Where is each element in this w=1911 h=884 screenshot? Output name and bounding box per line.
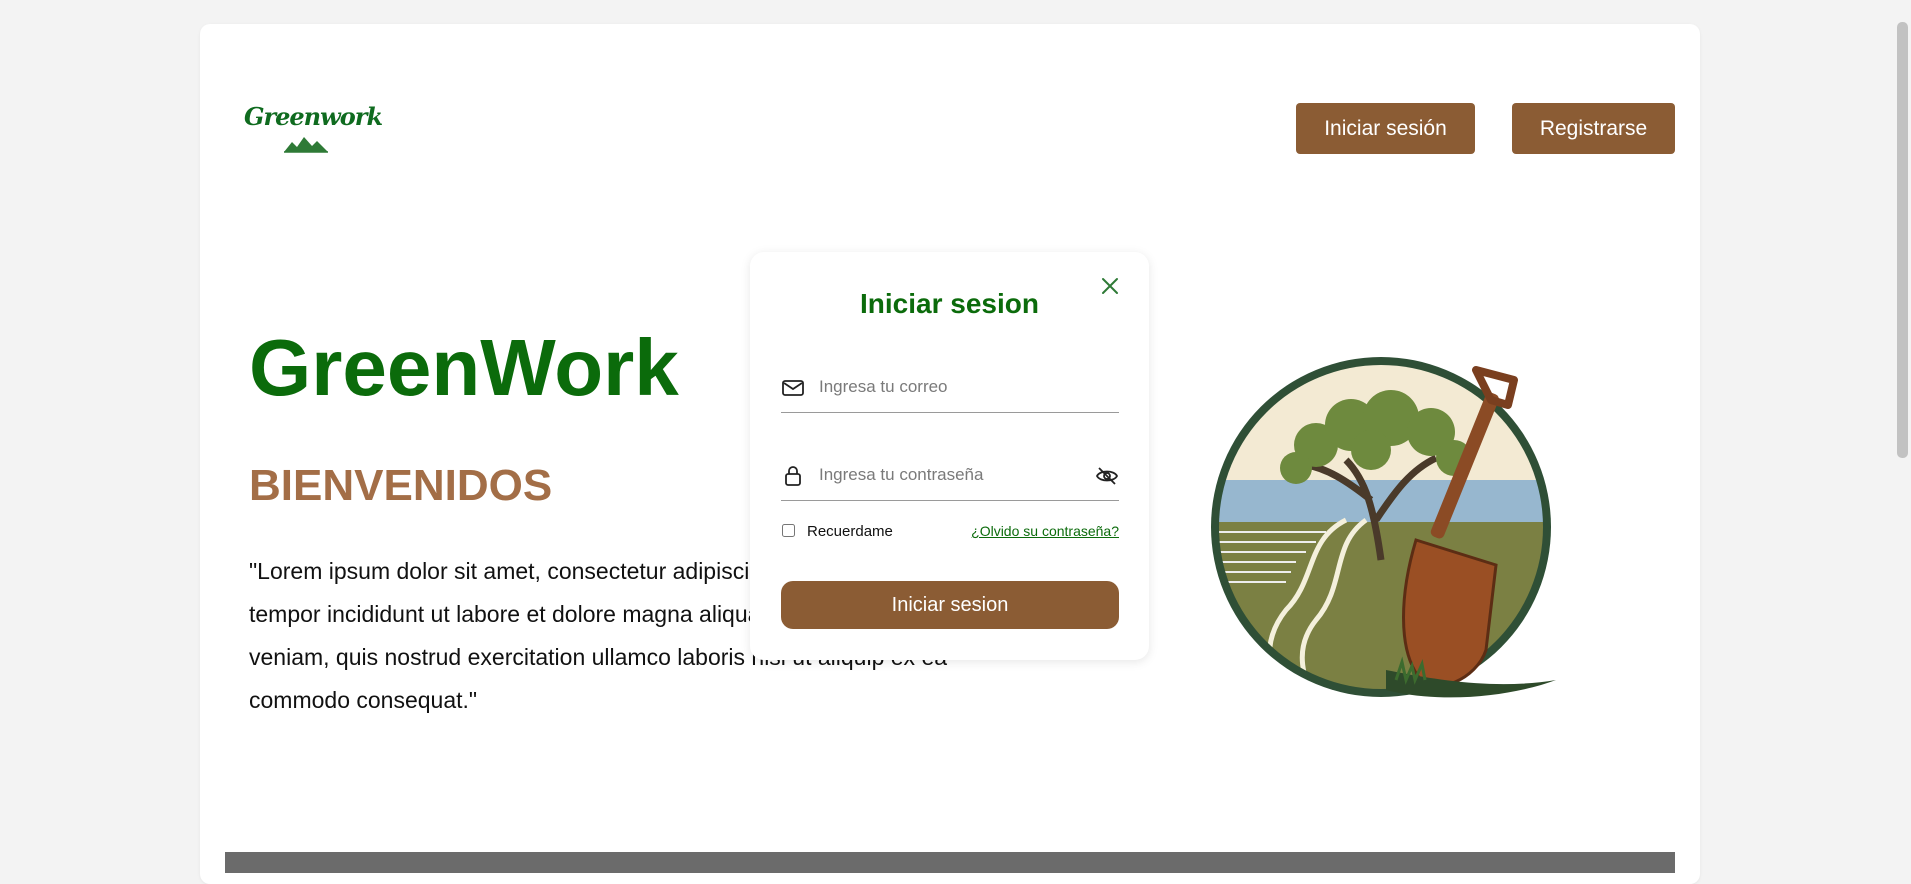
eye-off-icon[interactable] <box>1095 464 1119 488</box>
remember-label: Recuerdame <box>807 523 893 540</box>
scrollbar-track[interactable] <box>1894 0 1911 873</box>
lock-icon <box>785 466 801 486</box>
greenwork-logo[interactable]: Greenwork <box>244 100 383 160</box>
hero-subtitle: BIENVENIDOS <box>249 461 553 510</box>
logo-text: Greenwork <box>244 102 383 131</box>
envelope-icon <box>782 380 804 396</box>
header-register-button[interactable]: Registrarse <box>1512 103 1675 154</box>
footer-bar <box>225 852 1675 873</box>
password-field <box>781 450 1119 501</box>
tree-shovel-illustration <box>1211 357 1556 698</box>
login-modal-title: Iniciar sesion <box>860 288 1039 319</box>
hero-title: GreenWork <box>249 323 679 412</box>
email-input[interactable] <box>819 370 1099 404</box>
mountain-logo-icon <box>284 137 328 153</box>
header-login-button[interactable]: Iniciar sesión <box>1296 103 1475 154</box>
remember-checkbox[interactable] <box>782 524 795 537</box>
email-field <box>781 362 1119 413</box>
scrollbar-thumb[interactable] <box>1897 22 1908 458</box>
remember-row: Recuerdame ¿Olvido su contraseña? <box>781 522 1119 542</box>
forgot-password-link[interactable]: ¿Olvido su contraseña? <box>971 523 1119 539</box>
password-input[interactable] <box>819 458 1099 492</box>
close-icon[interactable] <box>1098 274 1122 298</box>
login-submit-button[interactable]: Iniciar sesion <box>781 581 1119 629</box>
